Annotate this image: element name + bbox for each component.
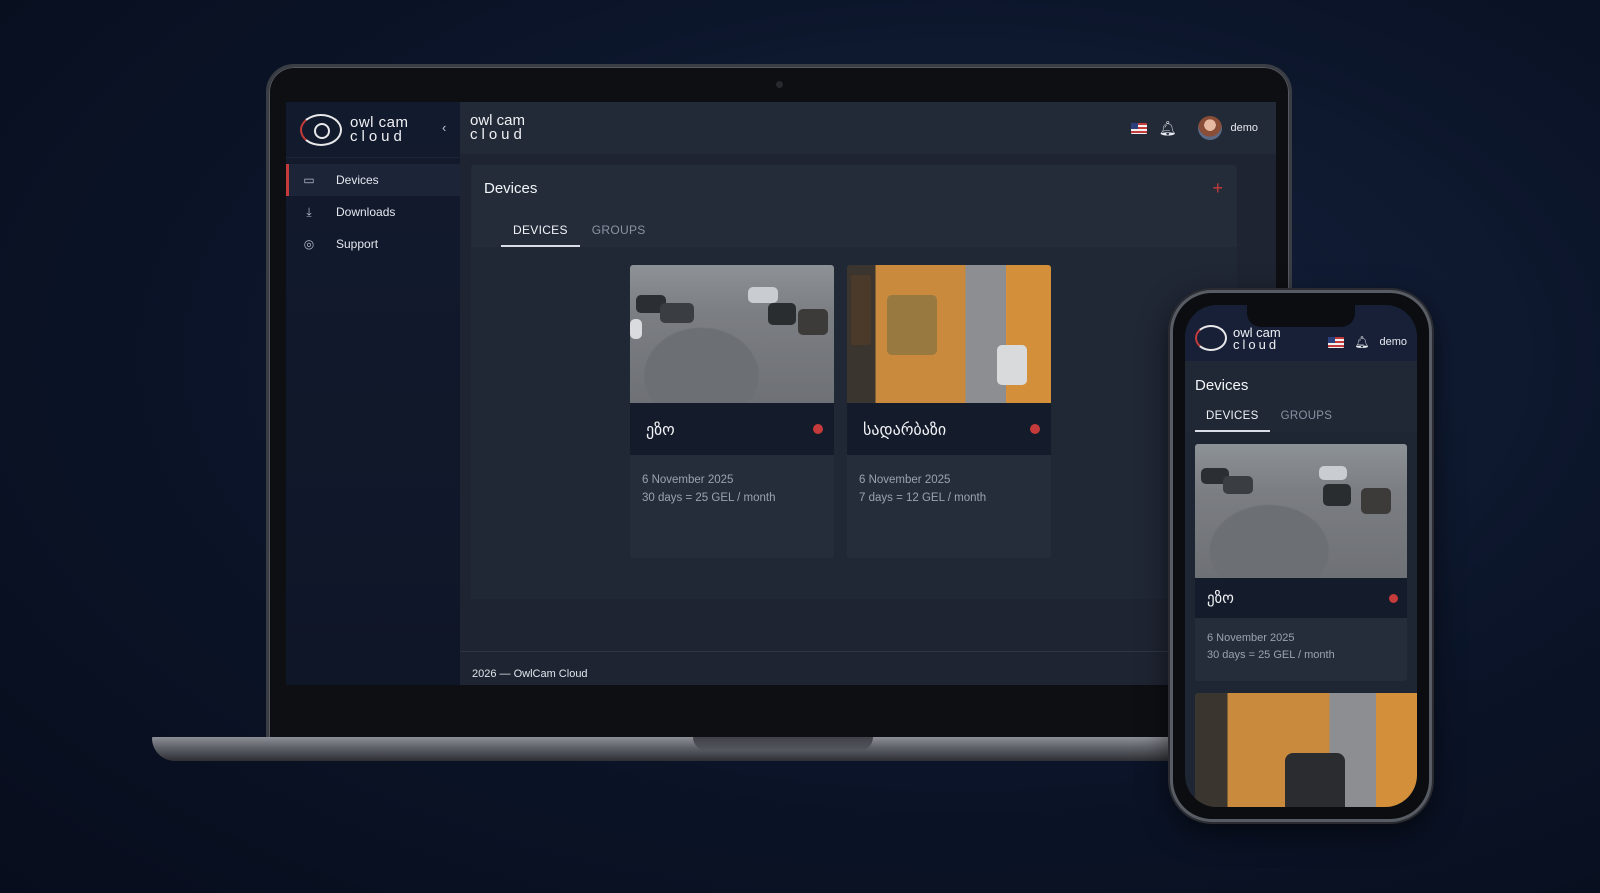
username[interactable]: demo: [1379, 336, 1407, 348]
sidebar-item-downloads[interactable]: ⤓ Downloads: [286, 196, 460, 228]
phone-header-actions: 🔔︎ demo: [1328, 335, 1407, 349]
panel-header: Devices +: [471, 165, 1237, 211]
us-flag-icon[interactable]: [1130, 122, 1147, 134]
owl-logo-icon: [1195, 325, 1227, 351]
avatar[interactable]: [1198, 116, 1223, 140]
phone-page-title: Devices: [1185, 361, 1417, 402]
recording-status-icon: [813, 424, 823, 434]
owl-logo-icon: [300, 113, 342, 146]
page-title: Devices: [484, 179, 538, 197]
footer: 2026 — OwlCam Cloud: [460, 651, 1276, 685]
device-grid: ეზო 6 November 2025 30 days = 25 GEL / m…: [471, 247, 1237, 599]
laptop-frame: owl cam cloud ‹ ▭ Devices ⤓ Downloads ◎ …: [266, 64, 1292, 744]
recording-status-icon: [1030, 424, 1040, 434]
camera-thumbnail[interactable]: [1195, 693, 1417, 807]
laptop-camera: [776, 81, 783, 88]
sidebar-item-label: Support: [336, 237, 379, 251]
tab-devices[interactable]: DEVICES: [1195, 402, 1270, 432]
brand-name: owl cam cloud: [350, 113, 409, 145]
device-meta: 6 November 2025 30 days = 25 GEL / month: [630, 455, 834, 523]
bell-icon[interactable]: 🔔︎: [1354, 335, 1369, 349]
device-card[interactable]: ეზო 6 November 2025 30 days = 25 GEL / m…: [630, 265, 834, 558]
username[interactable]: demo: [1230, 122, 1258, 134]
device-card[interactable]: სადარბაზი 6 November 2025 7 days = 12 GE…: [847, 265, 1051, 558]
add-device-button[interactable]: +: [1212, 178, 1223, 199]
phone-tab-bar: DEVICES GROUPS: [1185, 402, 1417, 432]
device-name: ეზო: [1207, 589, 1234, 607]
header-brand: owl cam cloud: [470, 112, 526, 143]
device-name: სადარბაზი: [863, 419, 947, 439]
device-card[interactable]: ეზო 6 November 2025 30 days = 25 GEL / m…: [1195, 444, 1407, 681]
device-name-row: ეზო: [630, 403, 834, 455]
device-meta: 6 November 2025 30 days = 25 GEL / month: [1195, 618, 1407, 676]
device-plan: 30 days = 25 GEL / month: [1207, 649, 1335, 661]
device-name: ეზო: [646, 419, 675, 439]
phone-frame: owl cam cloud 🔔︎ demo Devices DEVICES GR…: [1170, 290, 1432, 822]
sidebar-item-label: Devices: [336, 173, 379, 187]
phone-notch: [1247, 305, 1355, 327]
recording-status-icon: [1389, 593, 1398, 603]
device-date: 6 November 2025: [642, 474, 734, 486]
tab-bar: DEVICES GROUPS: [501, 211, 1237, 247]
devices-panel: Devices + DEVICES GROUPS ეზო 6 November …: [471, 165, 1237, 599]
tab-groups[interactable]: GROUPS: [580, 211, 658, 247]
footer-text: 2026 — OwlCam Cloud: [472, 668, 588, 680]
sidebar-nav: ▭ Devices ⤓ Downloads ◎ Support: [286, 164, 460, 260]
device-date: 6 November 2025: [1207, 632, 1295, 644]
phone-brand: owl cam cloud: [1233, 325, 1281, 352]
download-icon: ⤓: [306, 204, 312, 219]
tab-groups[interactable]: GROUPS: [1270, 402, 1344, 432]
device-name-row: სადარბაზი: [847, 403, 1051, 455]
support-icon: ◎: [303, 237, 315, 251]
sidebar-item-support[interactable]: ◎ Support: [286, 228, 460, 260]
header-actions: 🔔︎ demo: [1130, 116, 1258, 140]
tab-devices[interactable]: DEVICES: [501, 211, 580, 247]
sidebar-brand: owl cam cloud: [286, 102, 460, 158]
laptop-notch: [693, 737, 873, 751]
device-meta: 6 November 2025 7 days = 12 GEL / month: [847, 455, 1051, 523]
collapse-sidebar-button[interactable]: ‹: [442, 120, 446, 135]
camera-thumbnail[interactable]: [630, 265, 834, 403]
device-name-row: ეზო: [1195, 578, 1407, 618]
sidebar: owl cam cloud ‹ ▭ Devices ⤓ Downloads ◎ …: [286, 102, 460, 685]
camera-icon: ▭: [303, 173, 315, 187]
sidebar-item-devices[interactable]: ▭ Devices: [286, 164, 460, 196]
device-date: 6 November 2025: [859, 474, 951, 486]
device-plan: 30 days = 25 GEL / month: [642, 492, 776, 504]
sidebar-item-label: Downloads: [336, 205, 396, 219]
us-flag-icon[interactable]: [1328, 336, 1345, 348]
device-plan: 7 days = 12 GEL / month: [859, 492, 987, 504]
laptop-screen: owl cam cloud ‹ ▭ Devices ⤓ Downloads ◎ …: [286, 102, 1276, 685]
bell-icon[interactable]: 🔔︎: [1159, 120, 1177, 137]
top-bar: owl cam cloud 🔔︎ demo: [460, 102, 1276, 154]
camera-thumbnail[interactable]: [847, 265, 1051, 403]
camera-thumbnail[interactable]: [1195, 444, 1407, 578]
phone-screen: owl cam cloud 🔔︎ demo Devices DEVICES GR…: [1185, 305, 1417, 807]
